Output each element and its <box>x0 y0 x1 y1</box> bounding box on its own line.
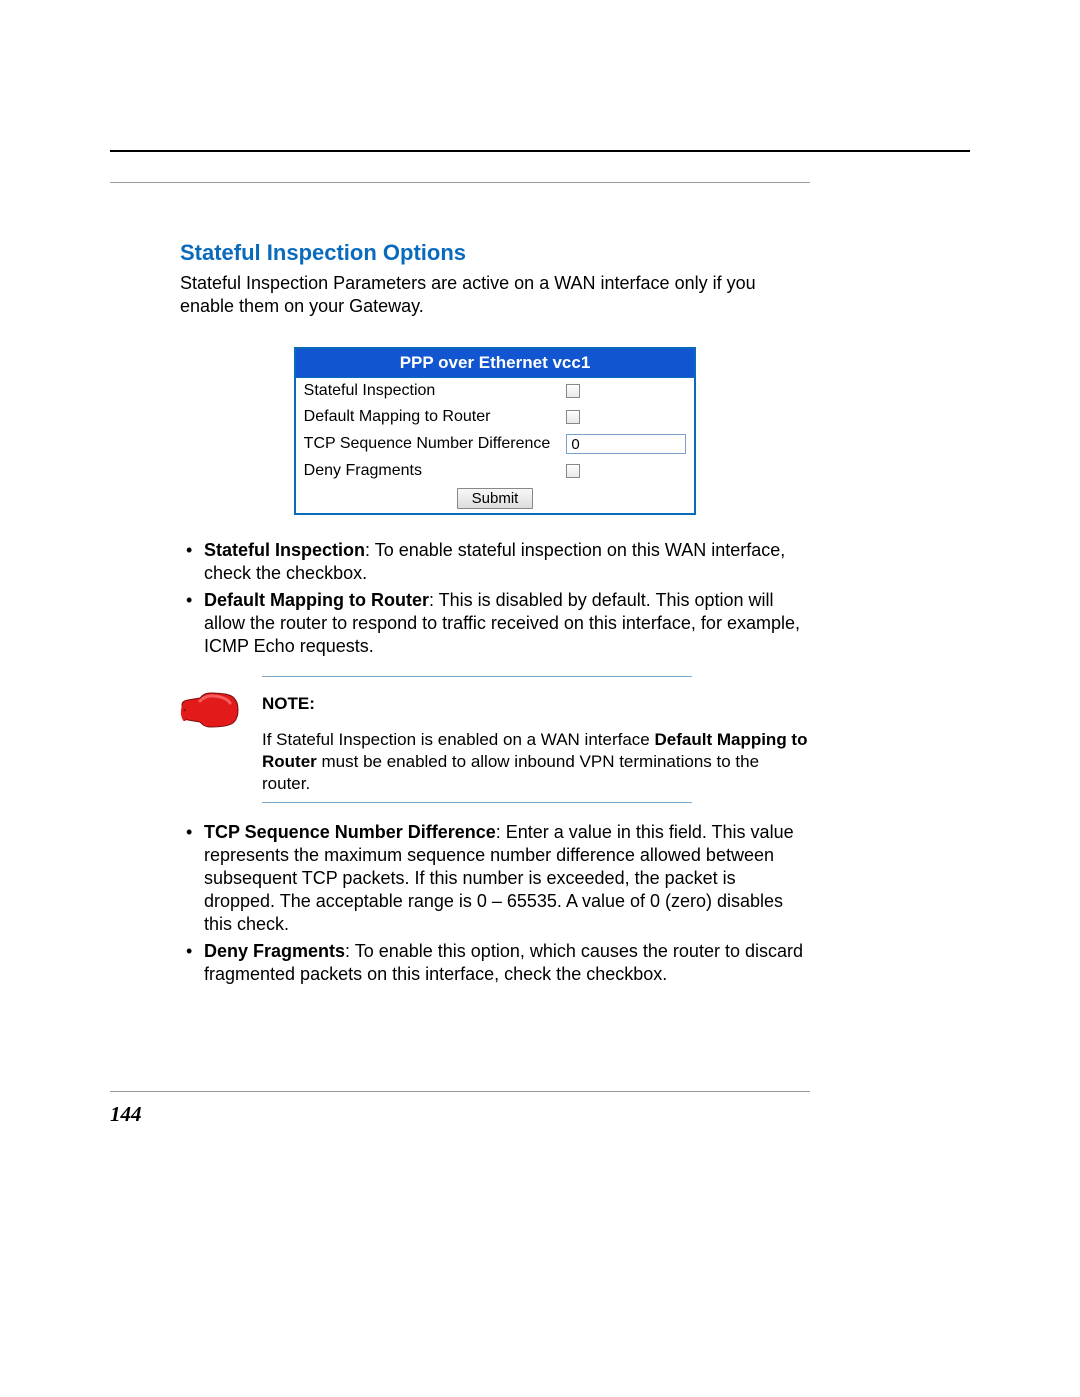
checkbox-default-mapping[interactable] <box>566 410 580 424</box>
note-label: NOTE: <box>262 693 810 715</box>
note-text: NOTE: If Stateful Inspection is enabled … <box>262 687 810 795</box>
note-rule-bottom <box>262 802 692 803</box>
term: Deny Fragments <box>204 941 345 961</box>
note-pre: If Stateful Inspection is enabled on a W… <box>262 730 654 749</box>
row-submit: Submit <box>296 484 695 513</box>
bullets-top: Stateful Inspection: To enable stateful … <box>180 539 810 658</box>
label-default-mapping: Default Mapping to Router <box>296 404 559 430</box>
submit-button[interactable]: Submit <box>457 488 534 509</box>
list-item: Deny Fragments: To enable this option, w… <box>180 940 810 986</box>
config-panel-wrap: PPP over Ethernet vcc1 Stateful Inspecti… <box>180 347 810 515</box>
page: Stateful Inspection Options Stateful Ins… <box>0 0 1080 1397</box>
label-stateful-inspection: Stateful Inspection <box>296 378 559 404</box>
checkbox-deny-fragments[interactable] <box>566 464 580 478</box>
panel-header: PPP over Ethernet vcc1 <box>296 349 695 378</box>
label-deny-fragments: Deny Fragments <box>296 458 559 484</box>
row-default-mapping: Default Mapping to Router <box>296 404 695 430</box>
intro-paragraph: Stateful Inspection Parameters are activ… <box>180 272 810 317</box>
pointing-hand-icon: ( <box>180 687 240 733</box>
page-number: 144 <box>110 1102 142 1127</box>
term: Stateful Inspection <box>204 540 365 560</box>
page-top-rule <box>110 150 970 152</box>
row-stateful-inspection: Stateful Inspection <box>296 378 695 404</box>
checkbox-stateful-inspection[interactable] <box>566 384 580 398</box>
list-item: Stateful Inspection: To enable stateful … <box>180 539 810 585</box>
note-icon-wrap: ( <box>180 687 262 733</box>
config-panel: PPP over Ethernet vcc1 Stateful Inspecti… <box>294 347 697 515</box>
input-tcp-seq-diff[interactable] <box>566 434 686 454</box>
header-separator <box>110 182 810 183</box>
term: Default Mapping to Router <box>204 590 429 610</box>
content-area: Stateful Inspection Options Stateful Ins… <box>180 240 810 990</box>
row-deny-fragments: Deny Fragments <box>296 458 695 484</box>
footer-rule <box>110 1091 810 1092</box>
label-tcp-seq-diff: TCP Sequence Number Difference <box>296 430 559 458</box>
list-item: Default Mapping to Router: This is disab… <box>180 589 810 658</box>
bullets-bottom: TCP Sequence Number Difference: Enter a … <box>180 821 810 986</box>
section-title: Stateful Inspection Options <box>180 240 810 266</box>
term: TCP Sequence Number Difference <box>204 822 496 842</box>
note-block: ( NOTE: If Stateful Inspection is enable… <box>180 676 810 802</box>
note-post: must be enabled to allow inbound VPN ter… <box>262 752 759 793</box>
panel-table: Stateful Inspection Default Mapping to R… <box>296 378 695 513</box>
svg-text:(: ( <box>180 701 186 721</box>
list-item: TCP Sequence Number Difference: Enter a … <box>180 821 810 936</box>
row-tcp-seq-diff: TCP Sequence Number Difference <box>296 430 695 458</box>
